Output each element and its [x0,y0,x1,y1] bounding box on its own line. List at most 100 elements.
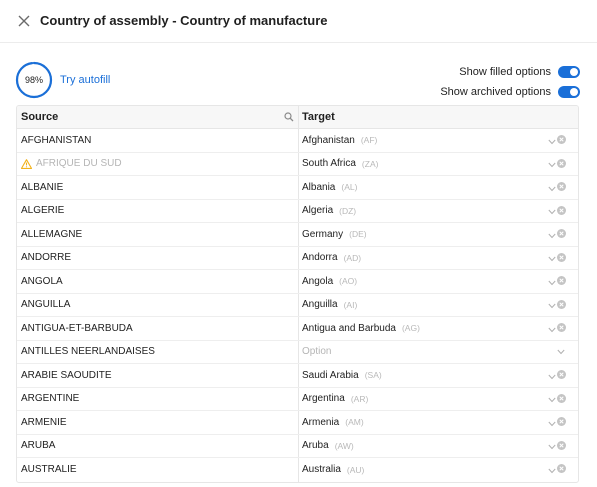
chevron-down-icon[interactable] [548,395,556,403]
clear-icon[interactable] [557,252,566,262]
country-code: (AI) [343,299,358,310]
close-icon[interactable] [17,14,31,28]
target-select[interactable]: Anguilla (AI) [299,294,578,317]
switch-knob [570,68,578,76]
clear-icon[interactable] [557,229,566,238]
target-select[interactable]: Armenia (AM) [299,411,578,434]
clear-icon[interactable] [557,276,566,285]
table-row: AFGHANISTAN Afghanistan (AF) [17,129,578,153]
target-select[interactable]: Antigua and Barbuda (AG) [299,317,578,340]
clear-icon[interactable] [557,135,566,144]
target-select[interactable]: South Africa (ZA) [299,153,578,176]
mapping-table: Source Target AFGHANISTAN Afghanistan (AF)… [16,105,579,483]
target-value: Argentina [302,393,345,405]
target-value: Anguilla [302,299,338,311]
select-controls [548,393,566,403]
select-controls [548,276,566,285]
target-select[interactable]: Germany (DE) [299,223,578,246]
chevron-down-icon[interactable] [548,137,556,144]
table-row: ANTILLES NEERLANDAISES Option [17,340,578,364]
source-cell: ALGERIE [17,199,299,222]
country-code: (AG) [401,323,420,334]
chevron-down-icon[interactable] [548,301,556,309]
chevron-down-icon[interactable] [548,231,556,238]
chevron-down-icon[interactable] [548,325,556,332]
source-value: ALGERIE [21,205,65,217]
source-cell: ARABIE SAOUDITE [17,364,299,387]
autofill-progress: 98% [15,61,53,99]
target-select[interactable]: Argentina (AR) [299,388,578,411]
target-select[interactable]: Aruba (AW) [299,435,578,458]
select-controls [557,347,566,354]
target-select[interactable]: Algeria (DZ) [299,200,578,223]
clear-icon[interactable] [557,158,566,168]
chevron-down-icon[interactable] [548,207,556,215]
search-icon[interactable] [284,112,294,122]
clear-icon[interactable] [557,370,566,379]
target-select[interactable]: Albania (AL) [299,176,578,199]
source-cell: ANGOLA [17,270,299,293]
table-row: ALBANIE Albania (AL) [17,176,578,200]
target-header-label: Target [302,111,335,123]
target-value: South Africa [302,158,356,170]
target-value: Aruba [302,440,329,452]
source-cell: AFGHANISTAN [17,129,299,152]
select-controls [548,252,566,262]
show-archived-switch[interactable] [558,86,580,98]
chevron-down-icon[interactable] [548,254,556,262]
country-code: (AD) [343,252,362,263]
clear-icon[interactable] [557,205,566,215]
chevron-down-icon[interactable] [548,278,556,285]
chevron-down-icon[interactable] [557,347,565,354]
source-cell: ANTILLES NEERLANDAISES [17,340,299,363]
country-code: (DE) [349,229,367,240]
table-row: ARABIE SAOUDITE Saudi Arabia (SA) [17,364,578,388]
chevron-down-icon[interactable] [548,466,556,473]
country-code: (SA) [364,370,382,381]
select-controls [548,229,566,238]
show-filled-switch[interactable] [558,66,580,78]
toggle-label: Show filled options [459,66,551,78]
source-cell: ANTIGUA-ET-BARBUDA [17,317,299,340]
target-select[interactable]: Angola (AO) [299,270,578,293]
table-row: ANGUILLA Anguilla (AI) [17,293,578,317]
source-value: ALBANIE [21,181,64,193]
chevron-down-icon[interactable] [548,372,556,379]
clear-icon[interactable] [557,464,566,473]
source-cell: ARUBA [17,434,299,457]
target-placeholder: Option [302,346,332,358]
toggle-show-archived: Show archived options [440,83,580,101]
clear-icon[interactable] [557,182,566,191]
target-select[interactable]: Option [299,341,578,364]
chevron-down-icon[interactable] [548,442,556,450]
chevron-down-icon[interactable] [548,184,556,191]
progress-percentage: 98% [24,75,43,85]
source-cell: AFRIQUE DU SUD [17,152,299,175]
clear-icon[interactable] [557,417,566,426]
table-row: ANGOLA Angola (AO) [17,270,578,294]
chevron-down-icon[interactable] [548,160,556,168]
toggle-show-filled: Show filled options [459,63,580,81]
target-select[interactable]: Andorra (AD) [299,247,578,270]
select-controls [548,182,566,191]
warning-icon [20,158,33,169]
table-row: ALLEMAGNE Germany (DE) [17,223,578,247]
dialog-header: Country of assembly - Country of manufac… [0,0,597,43]
target-select[interactable]: Afghanistan (AF) [299,129,578,152]
clear-icon[interactable] [557,440,566,450]
source-cell: ANDORRE [17,246,299,269]
clear-icon[interactable] [557,323,566,332]
target-value: Armenia [302,416,340,428]
table-header: Source Target [17,106,578,129]
target-select[interactable]: Saudi Arabia (SA) [299,364,578,387]
clear-icon[interactable] [557,299,566,309]
table-body: AFGHANISTAN Afghanistan (AF) AFRIQUE DU SUD… [17,129,578,482]
chevron-down-icon[interactable] [548,419,556,426]
table-row: ANDORRE Andorra (AD) [17,246,578,270]
table-row: AUSTRALIE Australia (AU) [17,458,578,482]
table-row: ALGERIE Algeria (DZ) [17,199,578,223]
try-autofill-link[interactable]: Try autofill [60,74,110,86]
clear-icon[interactable] [557,393,566,403]
target-select[interactable]: Australia (AU) [299,458,578,482]
country-code: (AO) [339,276,358,287]
